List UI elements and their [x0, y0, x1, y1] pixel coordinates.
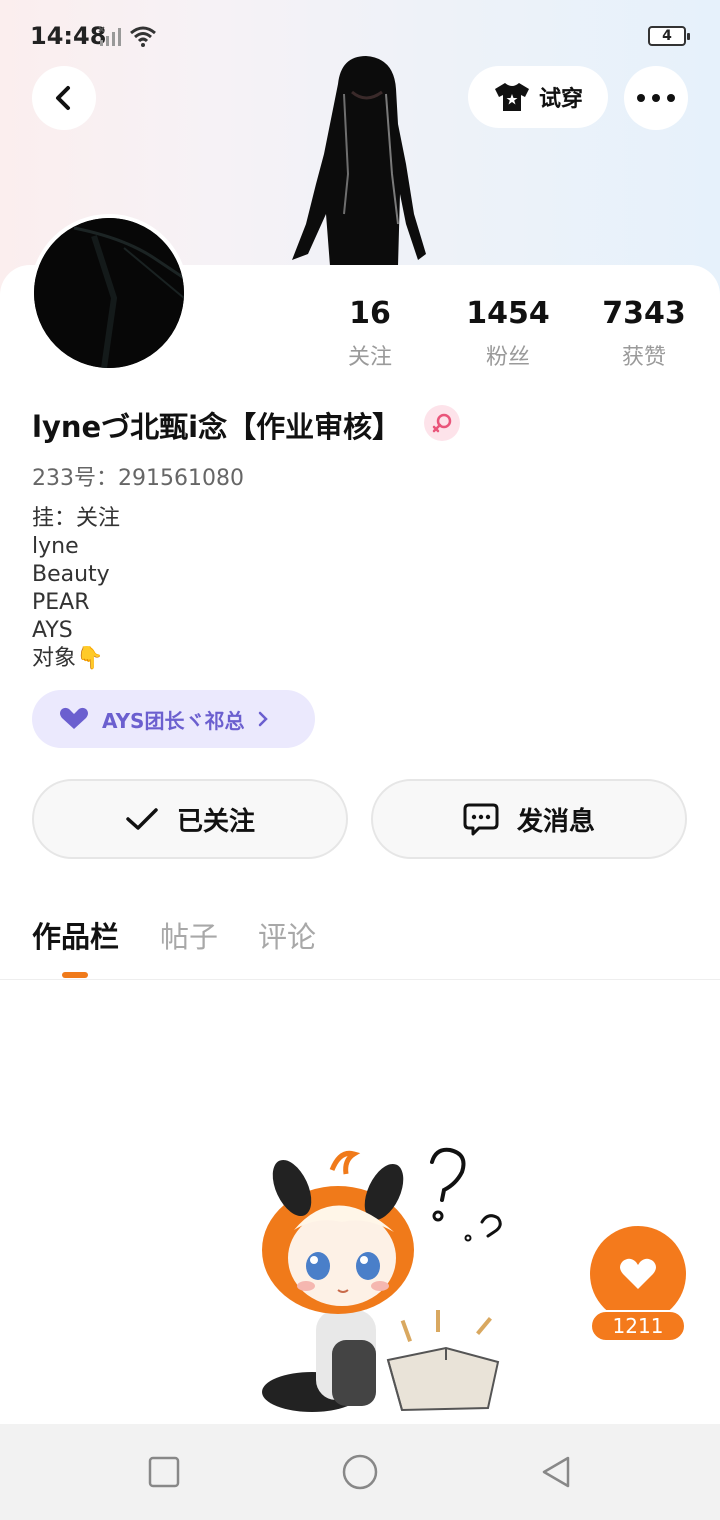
stat-label: 粉丝 — [485, 345, 530, 370]
more-options-button[interactable] — [624, 66, 688, 130]
following-button[interactable]: 已关注 — [32, 779, 348, 859]
tab-works[interactable]: 作品栏 — [32, 914, 119, 956]
bio: 挂：关注 lyne Beauty PEAR AYS 对象👇 — [32, 505, 120, 673]
avatar-character-figure — [292, 56, 426, 266]
system-navigation-bar — [0, 1424, 720, 1520]
bio-line: 对象👇 — [32, 646, 104, 671]
bio-line: 挂：关注 — [32, 506, 121, 531]
tab-posts[interactable]: 帖子 — [160, 914, 218, 956]
like-button[interactable] — [590, 1226, 686, 1322]
stat-label: 关注 — [347, 345, 392, 370]
stat-value: 16 — [349, 296, 391, 331]
battery-level: 4 — [662, 28, 672, 44]
empty-state-illustration — [262, 1147, 502, 1412]
profile-stats: 16 关注 1454 粉丝 7343 获赞 — [300, 296, 720, 376]
guild-tag-label: AYS团长ヾ祁总 — [102, 708, 245, 733]
avatar[interactable] — [30, 214, 188, 372]
stat-likes[interactable]: 7343 获赞 — [574, 296, 714, 371]
shirt-icon — [494, 83, 529, 111]
back-nav-icon[interactable] — [538, 1454, 574, 1490]
send-message-label: 发消息 — [516, 806, 595, 837]
wifi-icon — [130, 26, 156, 47]
home-icon[interactable] — [340, 1452, 380, 1492]
stat-value: 7343 — [602, 296, 686, 331]
back-button[interactable] — [32, 66, 96, 130]
signal-icon — [98, 26, 121, 46]
send-message-button[interactable]: 发消息 — [371, 779, 687, 859]
try-on-button[interactable]: 试穿 — [468, 66, 608, 128]
user-id: 233号：291561080 — [32, 466, 244, 491]
chevron-left-icon — [56, 86, 70, 110]
username: lyneづ北甄i念【作业审核】 — [32, 410, 402, 444]
tab-comments[interactable]: 评论 — [258, 914, 316, 956]
bio-line: Beauty — [32, 562, 110, 587]
chat-bubble-icon — [463, 803, 499, 836]
active-tab-indicator — [62, 972, 88, 978]
stat-followers[interactable]: 1454 粉丝 — [438, 296, 578, 371]
chevron-right-icon — [259, 711, 269, 727]
bio-line: AYS — [32, 618, 73, 643]
heart-icon — [620, 1258, 656, 1289]
guild-tag[interactable]: AYS团长ヾ祁总 — [32, 690, 315, 748]
more-horizontal-icon — [637, 94, 675, 102]
stat-value: 1454 — [466, 296, 550, 331]
following-label: 已关注 — [176, 806, 255, 837]
bio-line: PEAR — [32, 590, 90, 615]
profile-tabs: 作品栏 帖子 评论 — [0, 900, 720, 980]
battery-indicator: 4 — [648, 26, 690, 46]
female-gender-icon — [424, 405, 460, 441]
stat-following[interactable]: 16 关注 — [300, 296, 440, 371]
status-time: 14:48 — [30, 22, 107, 50]
try-on-label: 试穿 — [538, 87, 583, 112]
avatar-image — [34, 218, 184, 368]
bio-line: lyne — [32, 534, 79, 559]
stat-label: 获赞 — [621, 345, 666, 370]
recent-apps-icon[interactable] — [146, 1454, 182, 1490]
checkmark-icon — [126, 808, 158, 830]
like-count: 1211 — [590, 1310, 686, 1342]
heart-icon — [60, 707, 88, 729]
